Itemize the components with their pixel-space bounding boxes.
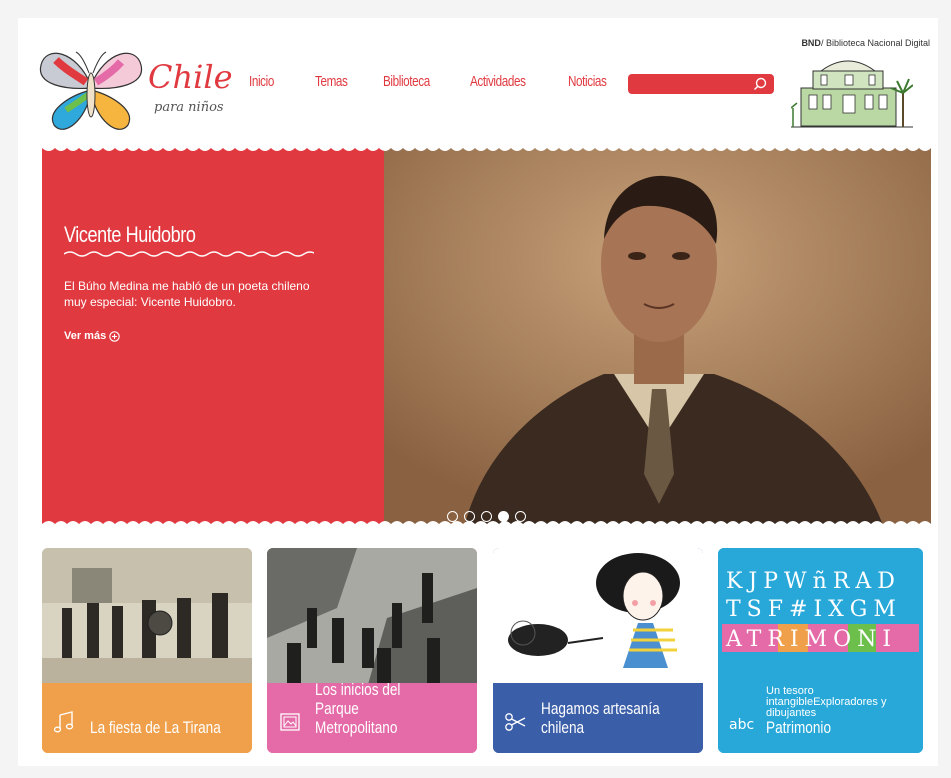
card-title: Patrimonio [766, 718, 832, 737]
music-note-icon [53, 711, 74, 733]
scallop-border-top [42, 144, 931, 151]
see-more-label: Ver más [64, 330, 107, 342]
see-more-link[interactable]: Ver más [64, 330, 120, 342]
search-box [628, 74, 774, 94]
card-pretitle: Un tesoro intangibleExploradores y dibuj… [766, 685, 887, 719]
hero-title: Vicente Huidobro [64, 222, 196, 247]
card-image-artesania [493, 548, 703, 688]
letters-row-2: TSF#IXGM [726, 597, 902, 622]
bnd-label: / Biblioteca Nacional Digital [820, 38, 930, 48]
search-input[interactable] [634, 76, 744, 92]
hero-divider [64, 251, 314, 257]
library-building-icon[interactable] [791, 53, 913, 133]
card-la-tirana[interactable]: La fiesta de La Tirana [42, 548, 252, 753]
card-image-patrimonio: KJPWñRAD TSF#IXGM ATRIMONI [718, 548, 923, 688]
hero-slider: Vicente Huidobro El Búho Medina me habló… [42, 144, 931, 528]
card-image-parque [267, 548, 477, 688]
hero-image [384, 144, 931, 528]
letters-row-3: ATRIMONI [725, 627, 897, 652]
card-artesania[interactable]: Hagamos artesanía chilena [493, 548, 703, 753]
slider-dot-2[interactable] [464, 511, 475, 522]
card-wave [42, 684, 252, 692]
main-nav: Inicio Temas Biblioteca Actividades Noti… [249, 73, 628, 90]
card-patrimonio[interactable]: KJPWñRAD TSF#IXGM ATRIMONI Un tesoro int… [718, 548, 923, 753]
slider-dot-3[interactable] [481, 511, 492, 522]
card-wave [493, 684, 703, 692]
card-title: La fiesta de La Tirana [90, 718, 221, 737]
slider-dot-1[interactable] [447, 511, 458, 522]
logo-title: Chile [148, 58, 233, 96]
bnd-bold: BND [801, 38, 821, 48]
hero-text-panel: Vicente Huidobro El Búho Medina me habló… [42, 144, 384, 528]
nav-item-biblioteca[interactable]: Biblioteca [383, 73, 451, 90]
search-icon[interactable] [752, 76, 768, 92]
hero-description: El Búho Medina me habló de un poeta chil… [64, 279, 310, 309]
slider-dots [447, 511, 526, 522]
scissors-icon [505, 713, 526, 731]
nav-item-temas[interactable]: Temas [315, 73, 368, 90]
bnd-link[interactable]: BND/ Biblioteca Nacional Digital [801, 38, 930, 48]
abc-icon: abc [729, 717, 754, 733]
plus-circle-icon [109, 330, 120, 342]
nav-item-actividades[interactable]: Actividades [470, 73, 546, 90]
logo-subtitle: para niños [154, 100, 224, 115]
svg-text:abc: abc [729, 717, 754, 733]
butterfly-icon [39, 51, 143, 130]
card-image-tirana [42, 548, 252, 688]
slider-dot-4[interactable] [498, 511, 509, 522]
card-title: Hagamos artesanía chilena [541, 699, 660, 737]
slider-dot-5[interactable] [515, 511, 526, 522]
image-icon [280, 713, 300, 731]
nav-item-noticias[interactable]: Noticias [568, 73, 615, 90]
card-parque-metropolitano[interactable]: Los inicios del Parque Metropolitano [267, 548, 477, 753]
letters-row-1: KJPWñRAD [726, 569, 901, 594]
portrait-image [384, 144, 931, 528]
page: Chile para niños Inicio Temas Biblioteca… [18, 18, 938, 766]
site-logo[interactable]: Chile para niños [36, 40, 233, 135]
nav-item-inicio[interactable]: Inicio [249, 73, 300, 90]
card-title: Los inicios del Parque Metropolitano [315, 680, 401, 737]
